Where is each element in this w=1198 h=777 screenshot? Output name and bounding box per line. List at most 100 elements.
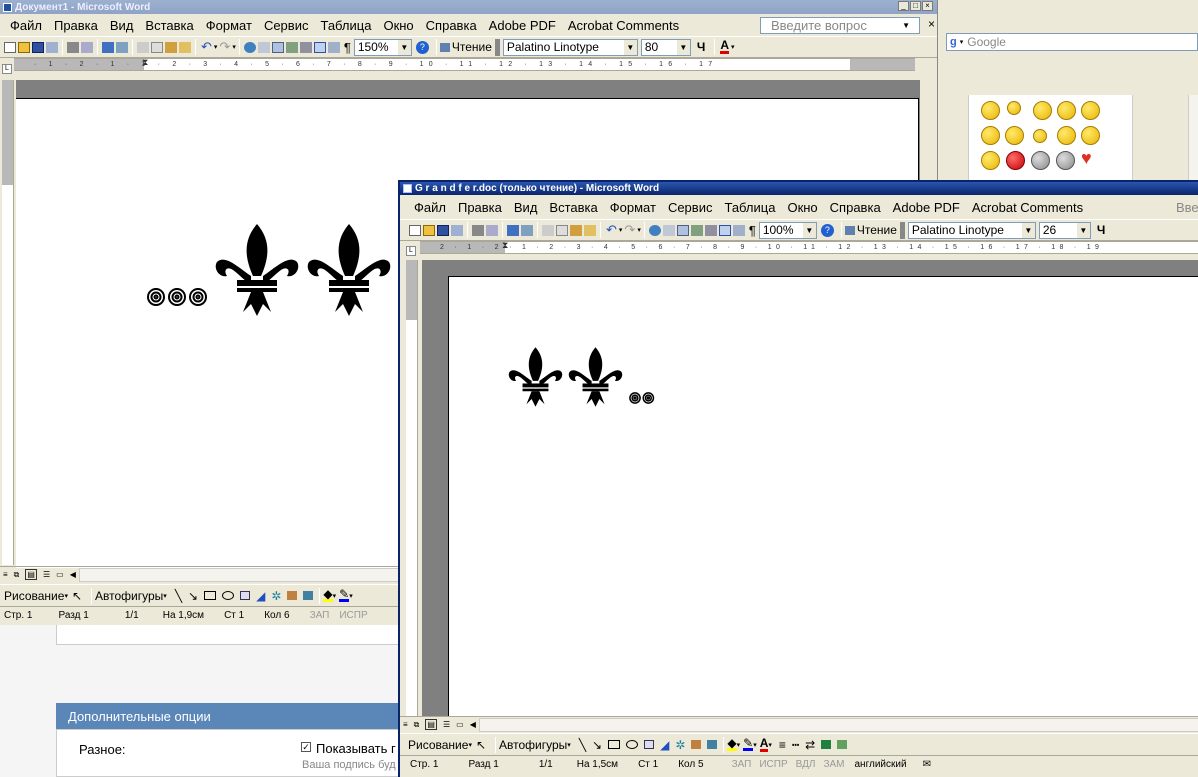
toolbar-grip[interactable] xyxy=(494,38,500,56)
undo-icon[interactable]: ↶ xyxy=(606,222,617,238)
autoshapes-menu[interactable]: Автофигуры xyxy=(95,589,163,603)
tables-borders-icon[interactable] xyxy=(257,41,270,53)
research-icon[interactable] xyxy=(116,41,128,53)
insert-excel-icon[interactable] xyxy=(690,224,703,236)
redo-icon[interactable]: ↷ xyxy=(219,39,230,55)
heart-icon[interactable]: ♥ xyxy=(1081,148,1092,169)
rectangle-icon[interactable] xyxy=(204,591,217,600)
new-doc-icon[interactable] xyxy=(4,41,16,53)
emoji-icon-8[interactable] xyxy=(1033,129,1047,143)
textbox-icon[interactable] xyxy=(240,591,251,600)
diagram-icon[interactable]: ✲ xyxy=(271,589,281,603)
font-size-select[interactable]: 26 ▼ xyxy=(1038,221,1091,239)
format-painter-icon[interactable] xyxy=(179,41,191,53)
arrow-style-icon[interactable]: ⇄ xyxy=(805,738,815,752)
status-trk[interactable]: ИСПР xyxy=(339,610,377,621)
drawing-menu[interactable]: Рисование xyxy=(4,589,64,603)
cut-icon[interactable] xyxy=(137,41,149,53)
line-icon[interactable]: ╲ xyxy=(175,589,182,603)
show-hide-icon[interactable]: ¶ xyxy=(344,40,351,55)
font-size-select[interactable]: 80 ▼ xyxy=(640,38,691,56)
drawing-menu[interactable]: Рисование xyxy=(408,738,468,752)
indent-marker-icon[interactable]: ⧗ xyxy=(142,59,148,68)
arrow-icon[interactable]: ↘ xyxy=(592,738,602,752)
permission-icon[interactable] xyxy=(46,41,58,53)
menu-edit[interactable]: Правка xyxy=(48,18,104,33)
menu-acrobat-comments[interactable]: Acrobat Comments xyxy=(562,18,685,33)
format-painter-icon[interactable] xyxy=(584,224,596,236)
browser-scrollbar[interactable] xyxy=(1188,95,1198,185)
font-color-dropdown-icon[interactable]: ▾ xyxy=(731,43,735,51)
status-trk[interactable]: ИСПР xyxy=(755,759,791,770)
tables-borders-icon[interactable] xyxy=(662,224,675,236)
status-rec[interactable]: ЗАП xyxy=(300,610,340,621)
clipart-icon[interactable] xyxy=(691,740,702,749)
drawing-icon[interactable] xyxy=(313,41,326,53)
wordart-icon[interactable]: ◢ xyxy=(256,589,265,603)
minimize-button[interactable]: _ xyxy=(898,1,909,11)
help-icon[interactable]: ? xyxy=(820,223,834,237)
undo-dropdown-icon[interactable]: ▾ xyxy=(619,226,623,234)
paste-icon[interactable] xyxy=(165,41,177,53)
maximize-button[interactable]: □ xyxy=(910,1,921,11)
normal-view-icon[interactable]: ≡ xyxy=(3,570,8,579)
diagram-icon[interactable]: ✲ xyxy=(675,738,685,752)
scroll-left-icon[interactable]: ◀ xyxy=(470,720,476,729)
cut-icon[interactable] xyxy=(542,224,554,236)
columns-icon[interactable] xyxy=(704,224,717,236)
show-checkbox[interactable]: ✓ xyxy=(301,742,311,752)
menu-edit[interactable]: Правка xyxy=(452,200,508,215)
save-icon[interactable] xyxy=(32,41,44,53)
status-ovr[interactable]: ЗАМ xyxy=(819,759,848,770)
normal-view-icon[interactable]: ≡ xyxy=(403,720,408,729)
menu-help[interactable]: Справка xyxy=(824,200,887,215)
arrow-icon[interactable]: ↘ xyxy=(188,589,198,603)
reading-button[interactable]: Чтение xyxy=(439,40,492,54)
outline-view-icon[interactable]: ☰ xyxy=(43,570,50,579)
menu-adobe-pdf[interactable]: Adobe PDF xyxy=(887,200,966,215)
columns-icon[interactable] xyxy=(299,41,312,53)
line-color-icon[interactable]: ✎ xyxy=(743,737,754,751)
insert-table-icon[interactable] xyxy=(676,224,689,236)
emoji-icon-11[interactable] xyxy=(981,151,1000,170)
menu-table[interactable]: Таблица xyxy=(314,18,377,33)
emoji-icon-1[interactable] xyxy=(981,101,1000,120)
print-icon[interactable] xyxy=(472,224,484,236)
reading-view-icon[interactable]: ▭ xyxy=(56,570,64,579)
menu-insert[interactable]: Вставка xyxy=(139,18,199,33)
emoji-icon-2[interactable] xyxy=(1007,101,1021,115)
emoji-icon-10[interactable] xyxy=(1081,126,1100,145)
status-language[interactable]: английский xyxy=(848,759,912,770)
paste-icon[interactable] xyxy=(570,224,582,236)
redo-icon[interactable]: ↷ xyxy=(624,222,635,238)
spelling-status-icon[interactable]: ✉ xyxy=(913,759,941,770)
oval-icon[interactable] xyxy=(222,591,235,600)
horizontal-ruler[interactable]: · 1 · 2 · 1 · 1 · 2 · 3 · 4 · 5 · 6 · 7 … xyxy=(14,58,915,71)
menu-adobe-pdf[interactable]: Adobe PDF xyxy=(483,18,562,33)
menu-window[interactable]: Окно xyxy=(377,18,419,33)
menu-file[interactable]: Файл xyxy=(4,18,48,33)
permission-icon[interactable] xyxy=(451,224,463,236)
indent-marker-icon[interactable]: ⧗ xyxy=(502,242,508,251)
line-icon[interactable]: ╲ xyxy=(579,738,586,752)
print-preview-icon[interactable] xyxy=(486,224,498,236)
print-view-icon[interactable]: ▤ xyxy=(25,569,37,580)
open-icon[interactable] xyxy=(423,224,435,236)
clipart-icon[interactable] xyxy=(287,591,298,600)
outline-view-icon[interactable]: ☰ xyxy=(443,720,450,729)
menu-acrobat-comments[interactable]: Acrobat Comments xyxy=(966,200,1089,215)
menu-insert[interactable]: Вставка xyxy=(543,200,603,215)
google-search-box[interactable]: g ▾ Google xyxy=(946,33,1198,51)
spelling-icon[interactable] xyxy=(102,41,114,53)
close-doc-icon[interactable]: × xyxy=(922,17,937,31)
hyperlink-icon[interactable] xyxy=(243,41,256,53)
redo-dropdown-icon[interactable]: ▾ xyxy=(637,226,641,234)
print-view-icon[interactable]: ▤ xyxy=(425,719,437,730)
menu-view[interactable]: Вид xyxy=(104,18,140,33)
show-hide-icon[interactable]: ¶ xyxy=(749,223,756,238)
font-name-select[interactable]: Palatino Linotype ▼ xyxy=(502,38,638,56)
web-view-icon[interactable]: ⧉ xyxy=(414,720,420,730)
research-icon[interactable] xyxy=(521,224,533,236)
font-color-icon[interactable]: A xyxy=(759,737,769,752)
reading-button[interactable]: Чтение xyxy=(844,223,897,237)
